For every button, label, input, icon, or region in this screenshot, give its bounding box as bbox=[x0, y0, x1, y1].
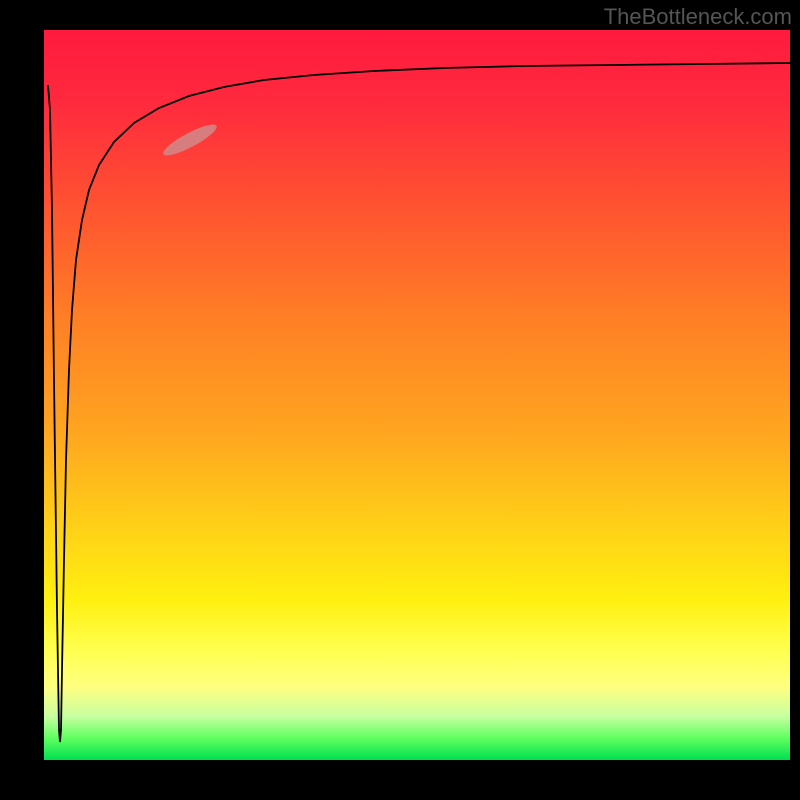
gradient-background bbox=[44, 30, 790, 760]
watermark-text: TheBottleneck.com bbox=[604, 4, 792, 30]
plot-area bbox=[44, 30, 790, 760]
